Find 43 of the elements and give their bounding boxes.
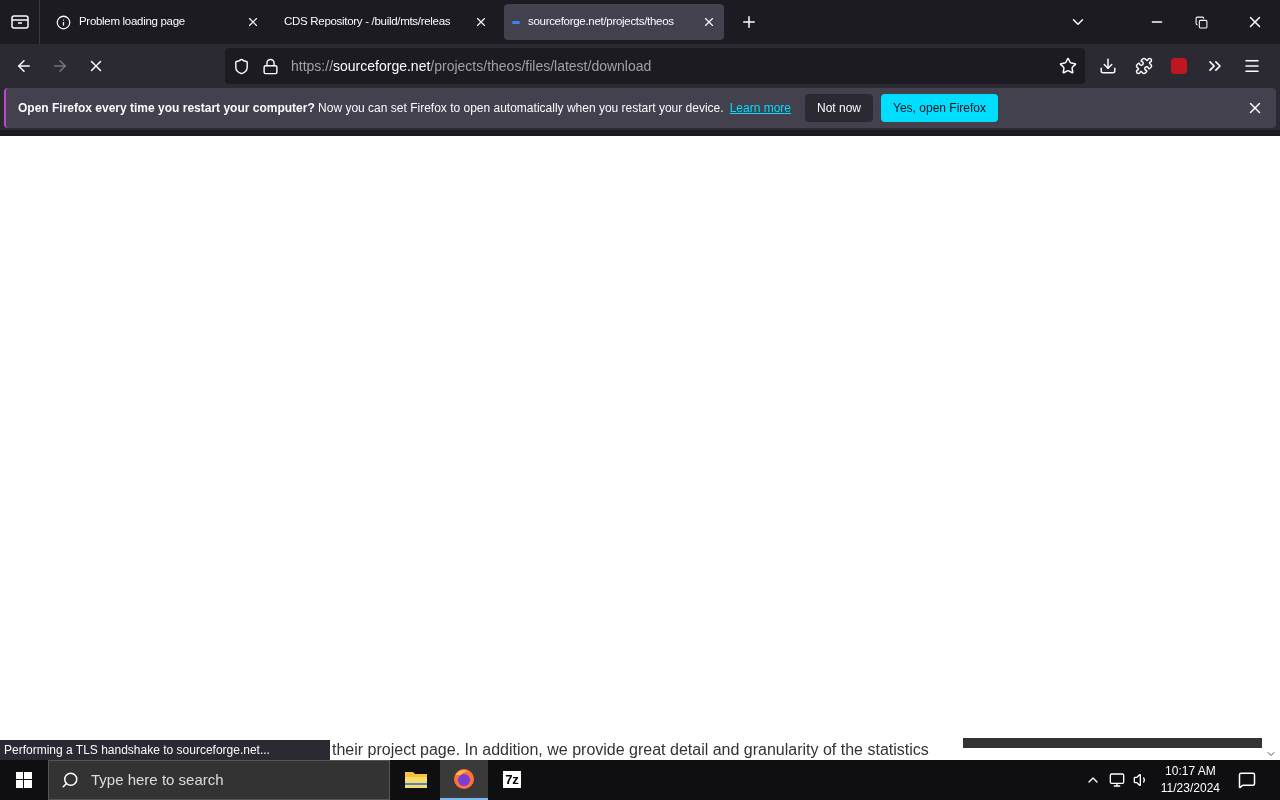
lock-icon[interactable]: [262, 57, 279, 75]
time-text: 10:17 AM: [1165, 763, 1216, 780]
date-text: 11/23/2024: [1160, 780, 1220, 797]
status-text: Performing a TLS handshake to sourceforge.net...: [0, 740, 330, 760]
close-icon[interactable]: [474, 15, 488, 29]
address-bar[interactable]: https://sourceforge.net/projects/theos/files/latest/download: [225, 48, 1085, 84]
star-icon[interactable]: [1059, 57, 1077, 75]
new-tab-icon[interactable]: [740, 13, 758, 31]
browser-logo-icon: [452, 767, 476, 791]
tab-title: CDS Repository - /build/mts/releas: [284, 14, 452, 30]
browser-tab[interactable]: CDS Repository - /build/mts/releas: [276, 4, 496, 40]
url-text: https://sourceforge.net/projects/theos/files/latest/download: [291, 56, 653, 76]
tab-title: Problem loading page: [79, 14, 186, 30]
browser-tab[interactable]: sourceforge.net/projects/theos: [504, 4, 724, 40]
clock[interactable]: 10:17 AM 11/23/2024: [1156, 763, 1224, 797]
puzzle-icon[interactable]: [1135, 57, 1153, 75]
taskbar-app[interactable]: 7z: [488, 760, 536, 800]
close-icon[interactable]: [246, 15, 260, 29]
back-icon[interactable]: [15, 57, 33, 75]
tray-icon: [10, 14, 29, 30]
menu-icon[interactable]: [1243, 57, 1261, 75]
search-field[interactable]: Type here to search: [48, 760, 390, 800]
search-placeholder: Type here to search: [91, 769, 224, 790]
search-icon: [61, 771, 79, 789]
notifications-icon[interactable]: [1238, 771, 1256, 789]
notification-message: Open Firefox every time you restart your computer? Now you can set Firefox to open automatically when you restart your device.: [18, 100, 724, 117]
shield-icon[interactable]: [233, 57, 250, 75]
info-icon: [56, 14, 71, 30]
restore-icon[interactable]: [1195, 15, 1208, 29]
close-icon[interactable]: [702, 15, 716, 29]
browser-tab[interactable]: Problem loading page: [48, 4, 268, 40]
archiver-app-icon: 7z: [503, 770, 521, 788]
page-text: their project page. In addition, we provide great detail and granularity of the statistics: [332, 740, 930, 760]
learn-more-link[interactable]: Learn more: [729, 99, 791, 117]
download-icon[interactable]: [1099, 57, 1117, 75]
tab-title: sourceforge.net/projects/theos: [528, 14, 675, 30]
network-icon[interactable]: [1108, 772, 1125, 788]
open-firefox-button[interactable]: Yes, open Firefox: [881, 94, 998, 122]
folder-icon: [404, 769, 428, 789]
windows-logo-icon: [16, 772, 32, 788]
forward-icon[interactable]: [51, 57, 69, 75]
not-now-button[interactable]: Not now: [805, 94, 874, 122]
loading-icon: [512, 20, 520, 24]
